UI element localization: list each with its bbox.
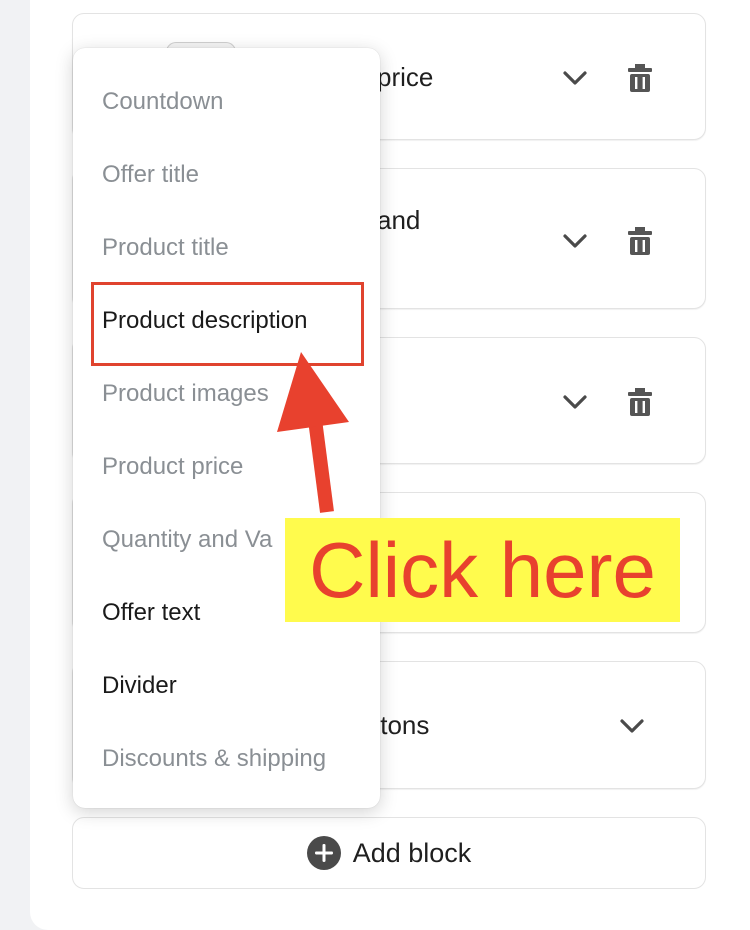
menu-item-quantity-and-variants[interactable]: Quantity and Va [102, 526, 272, 554]
trash-icon[interactable] [625, 386, 655, 418]
plus-circle-icon [306, 836, 341, 870]
block-type-menu: Countdown Offer title Product title Prod… [73, 48, 380, 808]
add-block-button[interactable]: Add block [72, 817, 706, 889]
menu-list: Countdown Offer title Product title Prod… [73, 48, 380, 808]
callout-text: Click here [309, 526, 656, 614]
menu-item-product-price[interactable]: Product price [102, 453, 243, 481]
menu-item-offer-text[interactable]: Offer text [102, 599, 200, 627]
block-card-label: and [377, 205, 421, 235]
menu-item-product-images[interactable]: Product images [102, 380, 269, 408]
click-here-callout: Click here [285, 518, 680, 622]
chevron-down-icon[interactable] [559, 225, 591, 257]
highlight-box [91, 282, 364, 366]
chevron-down-icon[interactable] [616, 710, 648, 742]
chevron-down-icon[interactable] [559, 386, 591, 418]
add-block-label: Add block [352, 837, 472, 868]
menu-item-divider[interactable]: Divider [102, 672, 177, 700]
menu-item-product-title[interactable]: Product title [102, 234, 229, 262]
chevron-down-icon[interactable] [559, 62, 591, 94]
block-card-label: price [377, 62, 434, 92]
menu-item-discounts-shipping[interactable]: Discounts & shipping [102, 745, 326, 773]
menu-item-countdown[interactable]: Countdown [102, 88, 223, 116]
block-card-label: ttons [373, 710, 430, 740]
trash-icon[interactable] [625, 62, 655, 94]
menu-item-offer-title[interactable]: Offer title [102, 161, 199, 189]
trash-icon[interactable] [625, 225, 655, 257]
